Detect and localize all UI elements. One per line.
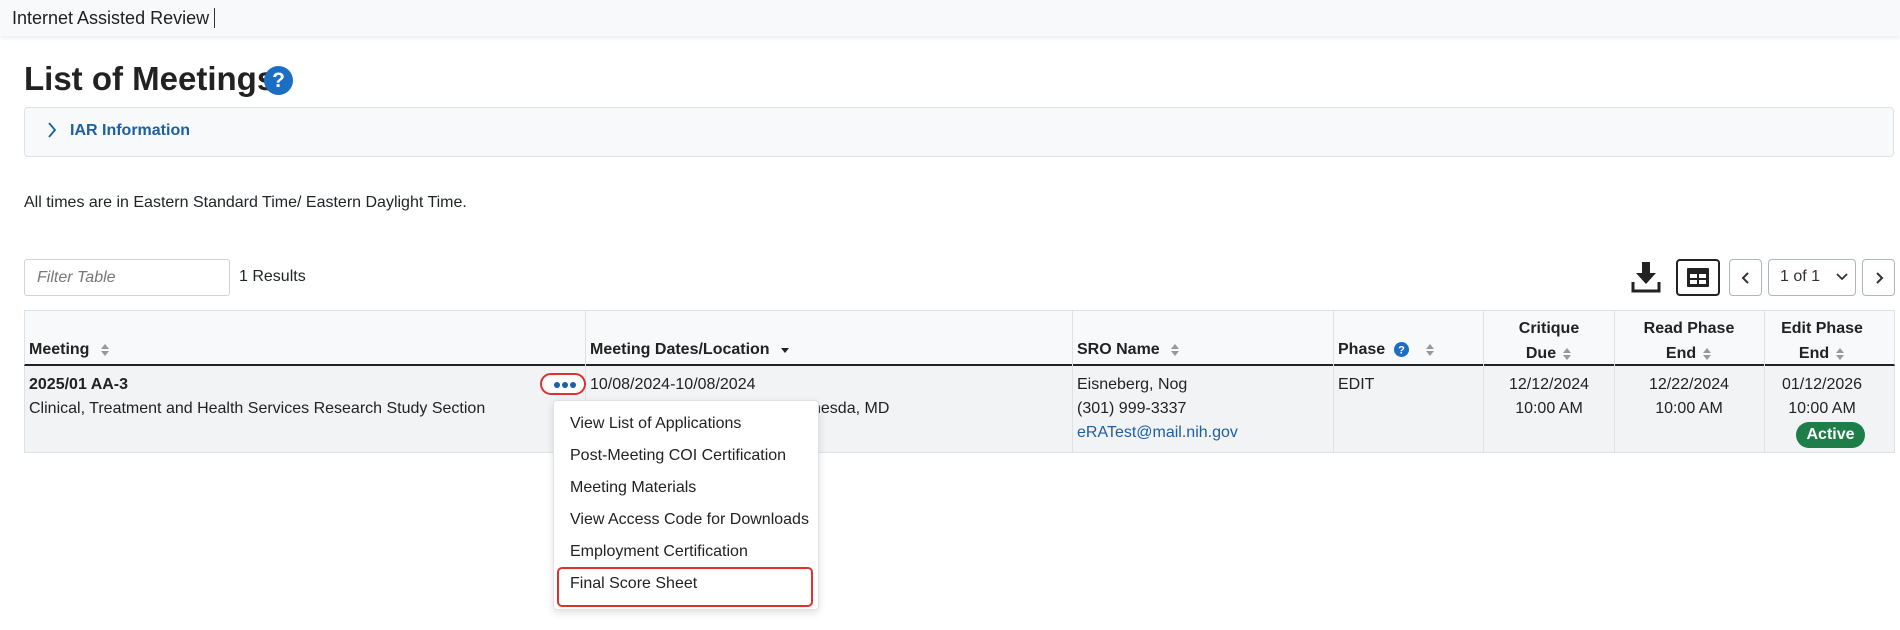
header-read-line2-wrap: End <box>1614 341 1764 366</box>
header-meeting-label: Meeting <box>29 341 90 358</box>
next-page-button[interactable] <box>1862 259 1895 296</box>
header-critique-line2-wrap: Due <box>1484 341 1614 366</box>
header-phase-label: Phase <box>1338 341 1386 358</box>
sort-icon <box>100 343 109 356</box>
chevron-right-icon <box>47 122 57 143</box>
header-edit-phase-end[interactable]: Edit Phase End <box>1764 316 1880 366</box>
chevron-right-icon <box>1876 272 1884 284</box>
menu-item-final-score-sheet[interactable]: Final Score Sheet <box>570 575 697 593</box>
read-phase-end-time: 10:00 AM <box>1655 400 1723 417</box>
sort-desc-icon <box>781 347 790 353</box>
header-sro-label: SRO Name <box>1077 341 1160 358</box>
iar-information-label[interactable]: IAR Information <box>70 122 190 140</box>
sort-icon <box>1426 343 1435 356</box>
more-horizontal-icon <box>554 382 576 388</box>
table-columns-icon <box>1687 268 1709 287</box>
chevron-left-icon <box>1741 272 1749 284</box>
meeting-name: Clinical, Treatment and Health Services … <box>29 400 486 417</box>
critique-due-date: 12/12/2024 <box>1508 376 1590 393</box>
row-actions-menu: View List of Applications Post-Meeting C… <box>553 400 819 610</box>
header-critique-line2: Due <box>1525 345 1557 362</box>
menu-item-post-meeting-coi-certification[interactable]: Post-Meeting COI Certification <box>570 447 786 465</box>
menu-item-view-access-code[interactable]: View Access Code for Downloads <box>570 511 809 529</box>
sort-icon <box>1563 347 1572 360</box>
header-read-line1: Read Phase <box>1643 320 1735 337</box>
sro-phone: (301) 999-3337 <box>1077 400 1187 417</box>
table-columns-button[interactable] <box>1676 259 1720 296</box>
phase-value: EDIT <box>1338 376 1375 393</box>
header-critique-line1: Critique <box>1518 320 1580 337</box>
sro-email-link[interactable]: eRATest@mail.nih.gov <box>1077 421 1238 445</box>
top-bar: Internet Assisted Review <box>0 0 1900 36</box>
row-actions-button[interactable] <box>540 373 586 395</box>
menu-item-view-list-of-applications[interactable]: View List of Applications <box>570 415 741 433</box>
header-edit-line2: End <box>1798 345 1830 362</box>
header-edit-line1: Edit Phase <box>1781 320 1863 337</box>
meeting-dates: 10/08/2024-10/08/2024 <box>590 376 756 393</box>
download-icon[interactable] <box>1630 260 1662 294</box>
page-indicator: 1 of 1 <box>1780 268 1821 285</box>
edit-phase-end-time: 10:00 AM <box>1788 400 1856 417</box>
critique-due-time: 10:00 AM <box>1515 400 1583 417</box>
sort-icon <box>1836 347 1845 360</box>
status-badge: Active <box>1796 422 1865 448</box>
header-phase[interactable]: Phase ? <box>1338 341 1435 359</box>
header-meeting-dates-location[interactable]: Meeting Dates/Location <box>590 341 790 359</box>
timezone-note: All times are in Eastern Standard Time/ … <box>24 194 467 211</box>
header-edit-line2-wrap: End <box>1764 341 1880 366</box>
read-phase-end-date: 12/22/2024 <box>1648 376 1730 393</box>
chevron-down-icon <box>1836 273 1848 281</box>
question-circle-icon[interactable]: ? <box>1393 342 1409 358</box>
app-title[interactable]: Internet Assisted Review <box>12 8 209 29</box>
sort-icon <box>1703 347 1712 360</box>
edit-phase-end-date: 01/12/2026 <box>1781 376 1863 393</box>
sro-name: Eisneberg, Nog <box>1077 376 1188 393</box>
filter-table-input[interactable] <box>24 259 230 296</box>
header-read-line2: End <box>1665 345 1697 362</box>
header-meeting[interactable]: Meeting <box>29 341 110 359</box>
meeting-location: hesda, MD <box>812 400 890 417</box>
header-read-phase-end[interactable]: Read Phase End <box>1614 316 1764 366</box>
previous-page-button[interactable] <box>1729 259 1762 296</box>
svg-text:?: ? <box>1398 345 1405 357</box>
column-divider <box>1072 310 1073 453</box>
iar-information-panel[interactable]: IAR Information <box>24 107 1894 157</box>
column-divider <box>1333 310 1334 453</box>
page-title: List of Meetings <box>24 60 276 97</box>
page-select[interactable]: 1 of 1 <box>1768 259 1856 296</box>
question-circle-icon[interactable]: ? <box>264 66 293 95</box>
sort-icon <box>1171 343 1180 356</box>
header-sro-name[interactable]: SRO Name <box>1077 341 1180 359</box>
title-separator <box>214 8 215 28</box>
header-critique-due[interactable]: Critique Due <box>1484 316 1614 366</box>
results-count: 1 Results <box>239 268 306 285</box>
menu-item-employment-certification[interactable]: Employment Certification <box>570 543 748 561</box>
header-dates-label: Meeting Dates/Location <box>590 341 770 358</box>
menu-item-meeting-materials[interactable]: Meeting Materials <box>570 479 696 497</box>
meeting-id: 2025/01 AA-3 <box>29 376 129 393</box>
